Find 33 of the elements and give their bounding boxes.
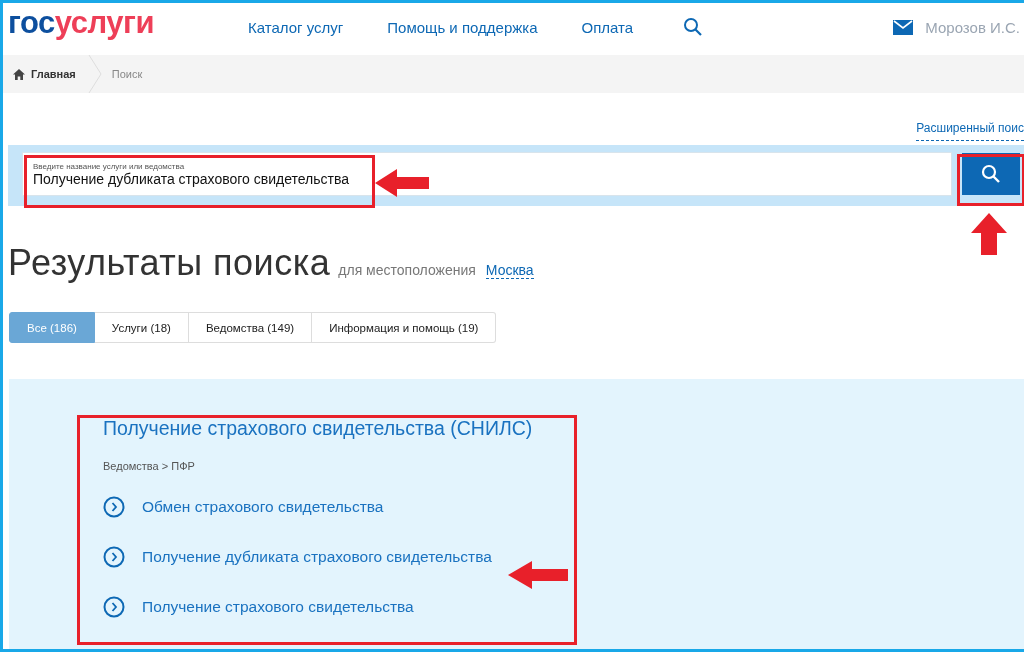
arrow-annotation xyxy=(375,169,429,197)
arrow-annotation xyxy=(508,561,568,589)
search-field[interactable]: Введите название услуги или ведомства Получение дубликата страхового свидетельства xyxy=(22,152,952,196)
service-link[interactable]: Получение страхового свидетельства xyxy=(142,598,414,616)
service-link[interactable]: Обмен страхового свидетельства xyxy=(142,498,384,516)
breadcrumb-current: Поиск xyxy=(111,68,143,80)
location-label: для местоположения xyxy=(338,262,476,278)
filter-tab[interactable]: Услуги (18) xyxy=(94,312,189,343)
filter-tab[interactable]: Информация и помощь (19) xyxy=(312,312,497,343)
breadcrumb-link[interactable]: Главная xyxy=(31,68,76,80)
result-title[interactable]: Получение страхового свидетельства (СНИЛС) xyxy=(103,417,533,440)
search-input[interactable]: Получение дубликата страхового свидетельства xyxy=(33,170,951,187)
page-title: Результаты поиска xyxy=(8,242,331,284)
nav-link[interactable]: Каталог услуг xyxy=(248,18,344,36)
chevron-circle-icon[interactable] xyxy=(103,596,125,618)
result-path: Ведомства > ПФР xyxy=(103,460,195,472)
chevron-circle-icon[interactable] xyxy=(103,546,125,568)
filter-tab[interactable]: Ведомства (149) xyxy=(188,312,313,343)
highlight-frame xyxy=(957,154,1024,206)
nav-link[interactable]: Оплата xyxy=(581,18,634,36)
chevron-circle-icon[interactable] xyxy=(103,496,125,518)
nav-link[interactable]: Помощь и поддержка xyxy=(387,18,538,36)
search-icon[interactable] xyxy=(683,17,704,37)
home-icon[interactable] xyxy=(13,68,25,80)
mail-icon[interactable] xyxy=(893,19,914,35)
search-button[interactable] xyxy=(962,153,1020,195)
service-link[interactable]: Получение дубликата страхового свидетельства xyxy=(142,548,492,566)
site-logo[interactable]: госуслуги xyxy=(8,5,248,41)
advanced-search-link[interactable]: Расширенный поис xyxy=(916,121,1024,141)
breadcrumb-separator xyxy=(87,55,102,93)
search-icon xyxy=(981,164,1001,184)
location-link[interactable]: Москва xyxy=(485,262,534,279)
arrow-annotation xyxy=(971,213,1007,255)
